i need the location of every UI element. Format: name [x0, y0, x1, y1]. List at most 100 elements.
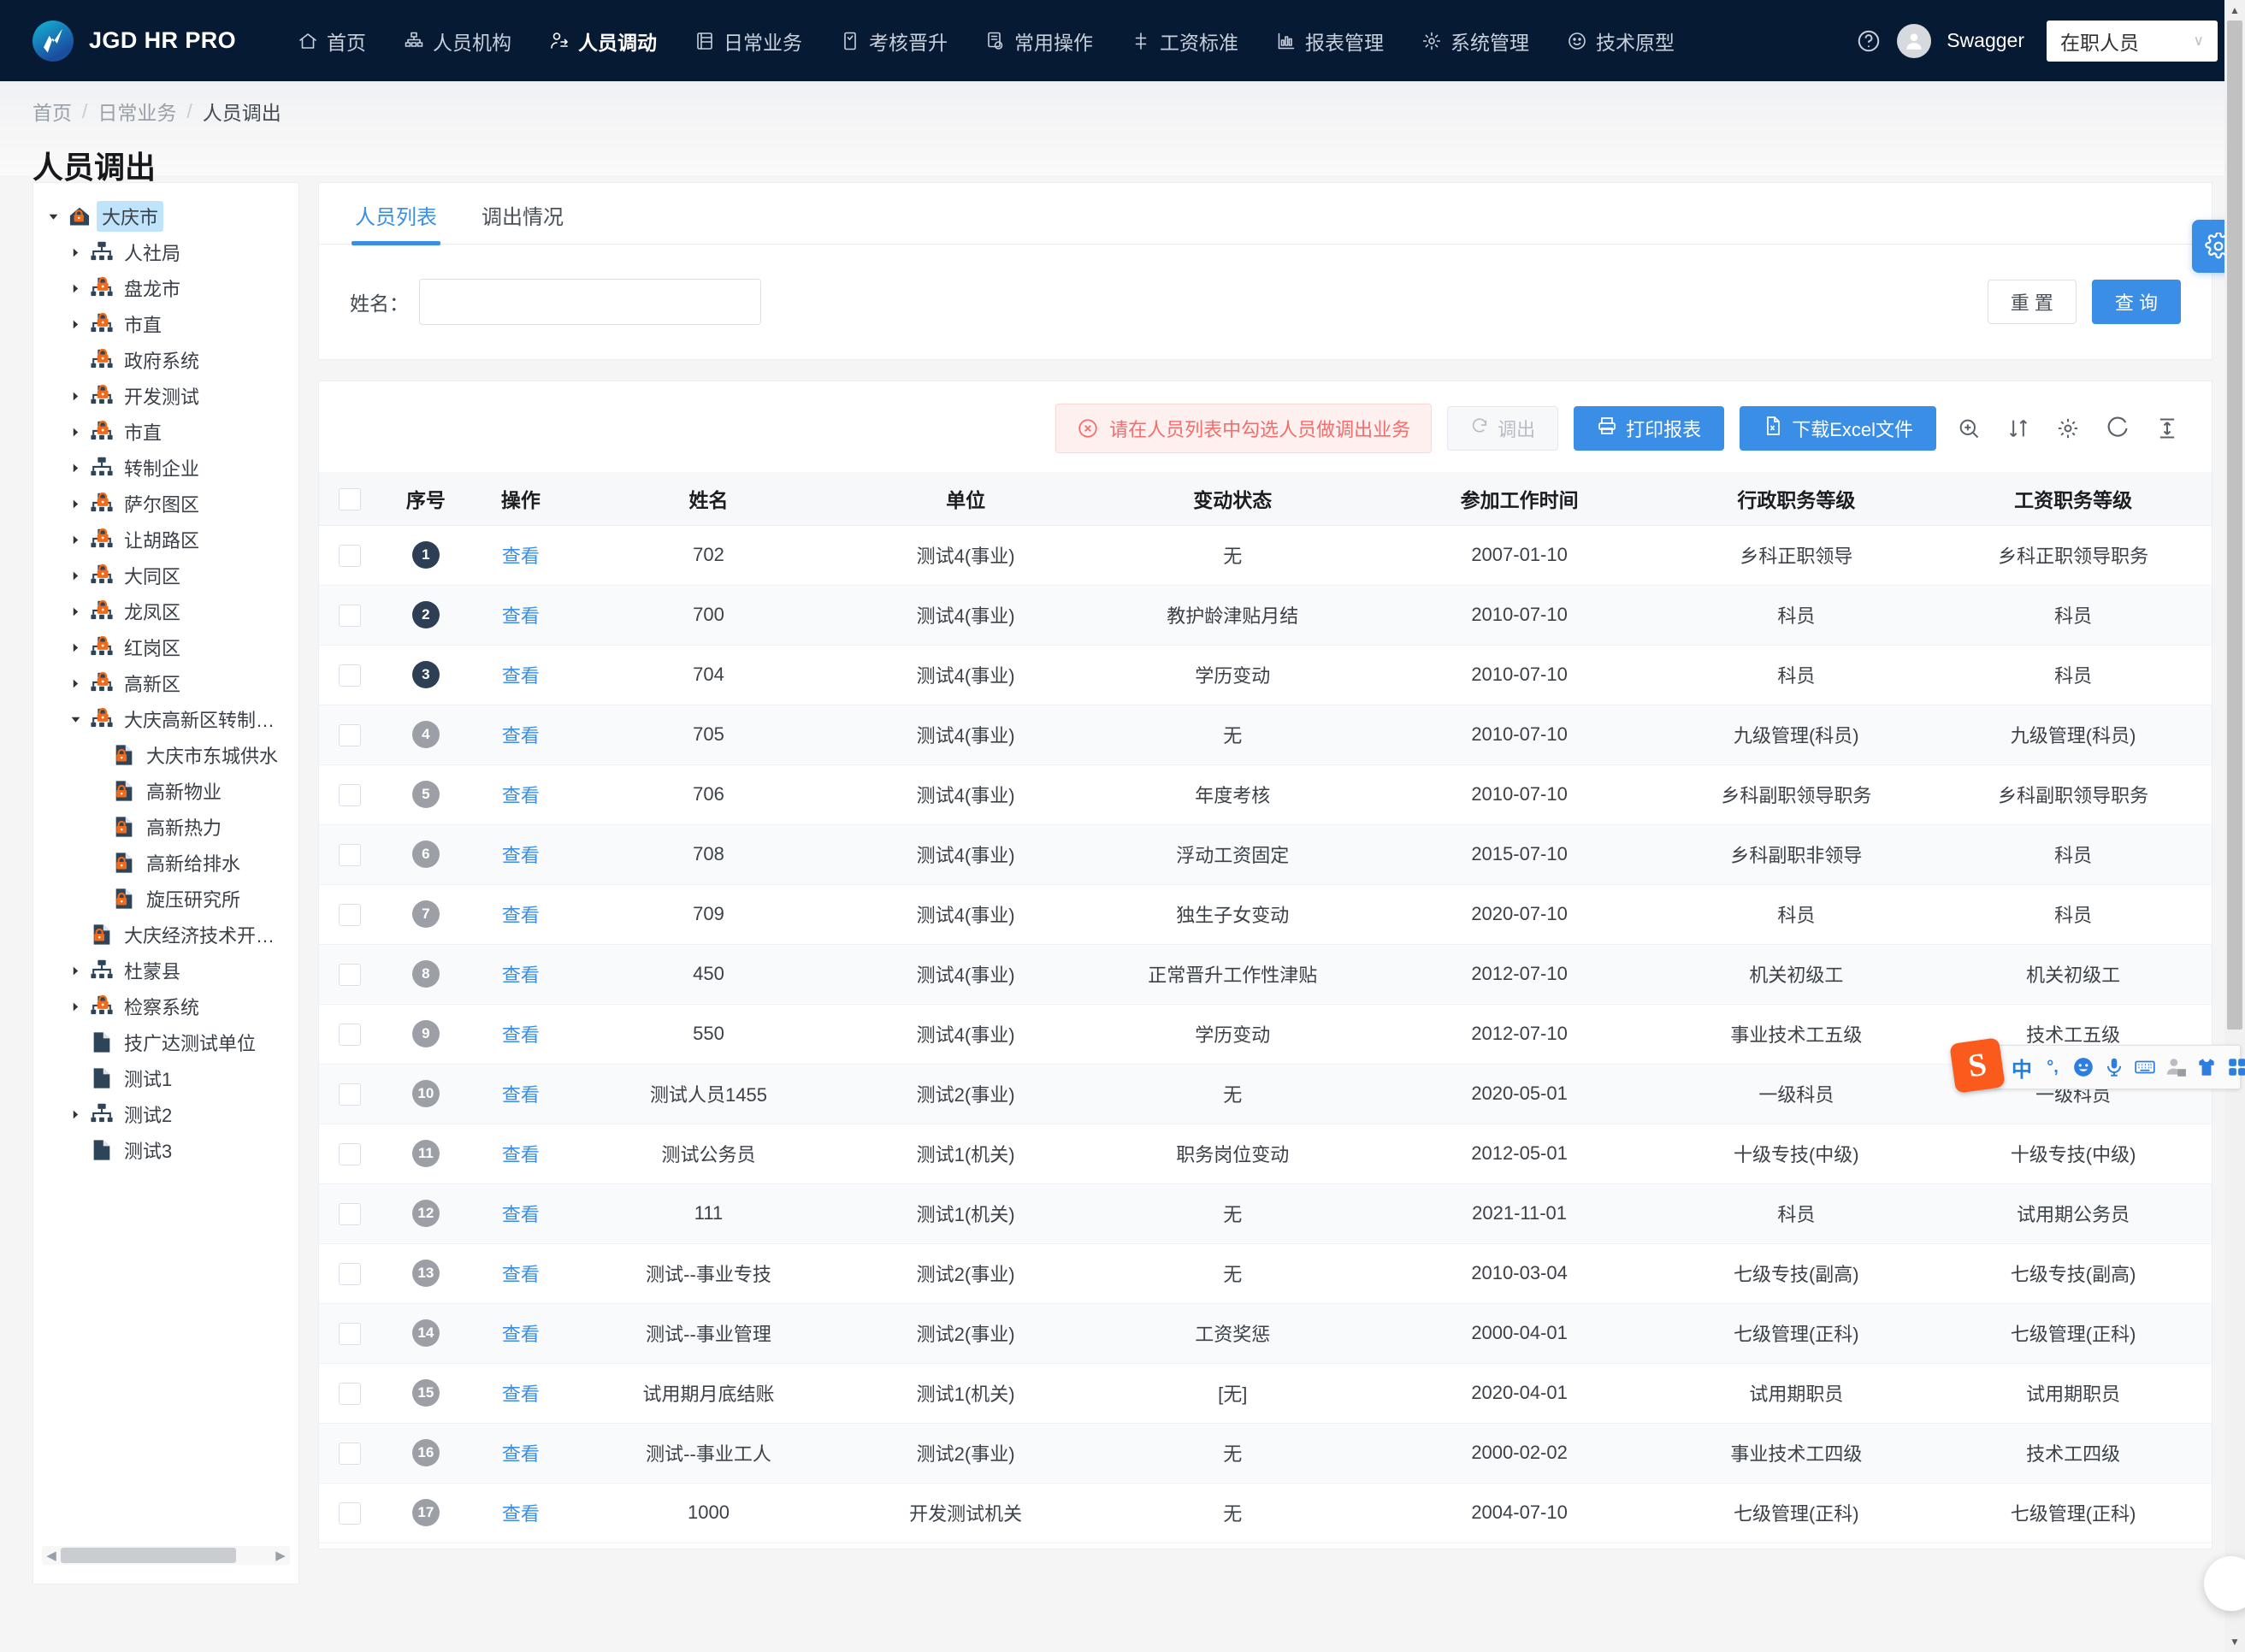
- view-link[interactable]: 查看: [502, 1264, 540, 1285]
- view-link[interactable]: 查看: [502, 965, 540, 986]
- nav-item-5[interactable]: 考核晋升: [821, 0, 966, 81]
- tree-node-25[interactable]: 测试1: [44, 1060, 298, 1096]
- name-input[interactable]: [419, 279, 761, 325]
- view-link[interactable]: 查看: [502, 546, 540, 567]
- tree-node-19[interactable]: 高新给排水: [44, 845, 298, 881]
- row-checkbox[interactable]: [338, 1142, 361, 1165]
- scroll-track[interactable]: [61, 1546, 271, 1565]
- view-link[interactable]: 查看: [502, 845, 540, 866]
- tree-node-24[interactable]: 技广达测试单位: [44, 1024, 298, 1060]
- breadcrumb-item-1[interactable]: 首页: [32, 97, 72, 126]
- nav-item-8[interactable]: 报表管理: [1257, 0, 1403, 81]
- table-row[interactable]: 9 查看 550 测试4(事业) 学历变动 2012-07-10 事业技术工五级 技术工五级: [319, 1004, 2212, 1065]
- row-checkbox[interactable]: [338, 1382, 361, 1405]
- row-checkbox[interactable]: [338, 723, 361, 746]
- nav-item-7[interactable]: 工资标准: [1112, 0, 1257, 81]
- tree-node-3[interactable]: 盘龙市: [44, 270, 298, 306]
- chevron-right-icon[interactable]: [66, 247, 85, 258]
- voice-input-icon[interactable]: [2101, 1054, 2127, 1080]
- tree-node-11[interactable]: 大同区: [44, 558, 298, 593]
- chevron-right-icon[interactable]: [66, 499, 85, 510]
- tree-node-2[interactable]: 人社局: [44, 234, 298, 270]
- tab-1[interactable]: 人员列表: [352, 200, 440, 245]
- tree-node-14[interactable]: 高新区: [44, 665, 298, 701]
- gear-icon[interactable]: [2051, 411, 2085, 445]
- row-checkbox[interactable]: [338, 1023, 361, 1046]
- chevron-right-icon[interactable]: [66, 1109, 85, 1120]
- chevron-right-icon[interactable]: [66, 642, 85, 653]
- tree-node-12[interactable]: 龙凤区: [44, 593, 298, 629]
- chevron-right-icon[interactable]: [66, 1001, 85, 1012]
- view-link[interactable]: 查看: [502, 1204, 540, 1225]
- row-checkbox[interactable]: [338, 843, 361, 866]
- view-link[interactable]: 查看: [502, 1024, 540, 1046]
- view-link[interactable]: 查看: [502, 785, 540, 806]
- table-row[interactable]: 10 查看 测试人员1455 测试2(事业) 无 2020-05-01 一级科员 一级科员: [319, 1064, 2212, 1124]
- page-scroll-thumb[interactable]: [2227, 21, 2242, 1030]
- employment-status-select[interactable]: 在职人员 ∨: [2047, 20, 2218, 62]
- row-checkbox[interactable]: [338, 903, 361, 926]
- row-checkbox[interactable]: [338, 1083, 361, 1106]
- view-link[interactable]: 查看: [502, 605, 540, 627]
- select-all-checkbox[interactable]: [338, 487, 361, 510]
- nav-item-1[interactable]: 首页: [279, 0, 385, 81]
- table-row[interactable]: 1 查看 702 测试4(事业) 无 2007-01-10 乡科正职领导 乡科正职领导职务: [319, 525, 2212, 586]
- tree-node-23[interactable]: 检察系统: [44, 988, 298, 1024]
- tree-node-22[interactable]: 杜蒙县: [44, 953, 298, 988]
- user-badge-icon[interactable]: [2163, 1054, 2189, 1080]
- chevron-right-icon[interactable]: [66, 570, 85, 581]
- table-row[interactable]: 4 查看 705 测试4(事业) 无 2010-07-10 九级管理(科员) 九级管理(科员): [319, 705, 2212, 765]
- print-report-button[interactable]: 打印报表: [1574, 406, 1725, 451]
- query-button[interactable]: 查 询: [2091, 280, 2181, 324]
- row-checkbox[interactable]: [338, 1322, 361, 1345]
- view-link[interactable]: 查看: [502, 1084, 540, 1106]
- row-checkbox[interactable]: [338, 1262, 361, 1285]
- tree-node-15[interactable]: 大庆高新区转制单位: [44, 701, 298, 737]
- scroll-right-icon[interactable]: ▶: [271, 1548, 290, 1563]
- sort-icon[interactable]: [2001, 411, 2035, 445]
- chevron-right-icon[interactable]: [66, 965, 85, 976]
- chevron-right-icon[interactable]: [66, 534, 85, 546]
- view-link[interactable]: 查看: [502, 1503, 540, 1525]
- scroll-up-arrow-icon[interactable]: ▲: [2224, 0, 2245, 21]
- avatar[interactable]: [1897, 23, 1932, 58]
- tree-node-16[interactable]: 大庆市东城供水: [44, 737, 298, 773]
- chevron-right-icon[interactable]: [66, 319, 85, 330]
- chevron-right-icon[interactable]: [66, 678, 85, 689]
- nav-item-6[interactable]: 常用操作: [966, 0, 1112, 81]
- view-link[interactable]: 查看: [502, 725, 540, 746]
- skin-icon[interactable]: [2194, 1054, 2219, 1080]
- scroll-thumb[interactable]: [61, 1548, 236, 1563]
- tree-node-26[interactable]: 测试2: [44, 1096, 298, 1132]
- chevron-right-icon[interactable]: [66, 427, 85, 438]
- table-row[interactable]: 16 查看 测试--事业工人 测试2(事业) 无 2000-02-02 事业技术工四级 技术工…: [319, 1423, 2212, 1484]
- nav-item-3[interactable]: 人员调动: [530, 0, 676, 81]
- row-checkbox[interactable]: [338, 963, 361, 986]
- nav-item-2[interactable]: 人员机构: [385, 0, 530, 81]
- scroll-left-icon[interactable]: ◀: [42, 1548, 61, 1563]
- row-checkbox[interactable]: [338, 664, 361, 687]
- language-mode-button[interactable]: 中: [2009, 1054, 2035, 1082]
- tree-node-6[interactable]: 开发测试: [44, 378, 298, 414]
- table-row[interactable]: 13 查看 测试--事业专技 测试2(事业) 无 2010-03-04 七级专技(副高) 七级…: [319, 1243, 2212, 1304]
- tree-node-27[interactable]: 测试3: [44, 1132, 298, 1168]
- row-checkbox[interactable]: [338, 1202, 361, 1225]
- table-row[interactable]: 7 查看 709 测试4(事业) 独生子女变动 2020-07-10 科员 科员: [319, 884, 2212, 945]
- view-link[interactable]: 查看: [502, 1384, 540, 1405]
- sogou-logo-icon[interactable]: S: [1949, 1037, 2006, 1094]
- table-row[interactable]: 8 查看 450 测试4(事业) 正常晋升工作性津贴 2012-07-10 机关初级工 机关初…: [319, 944, 2212, 1005]
- table-row[interactable]: 3 查看 704 测试4(事业) 学历变动 2010-07-10 科员 科员: [319, 645, 2212, 705]
- help-circle-icon[interactable]: [1856, 28, 1882, 54]
- reset-button[interactable]: 重 置: [1987, 280, 2077, 324]
- view-link[interactable]: 查看: [502, 1443, 540, 1465]
- tree-node-21[interactable]: 大庆经济技术开发区: [44, 917, 298, 953]
- view-link[interactable]: 查看: [502, 905, 540, 926]
- tree-node-10[interactable]: 让胡路区: [44, 522, 298, 558]
- tree-node-7[interactable]: 市直: [44, 414, 298, 450]
- row-checkbox[interactable]: [338, 544, 361, 567]
- transfer-out-button[interactable]: 调出: [1447, 406, 1559, 451]
- table-row[interactable]: 11 查看 测试公务员 测试1(机关) 职务岗位变动 2012-05-01 十级专技(中级)…: [319, 1124, 2212, 1184]
- tab-2[interactable]: 调出情况: [478, 200, 567, 244]
- tree-node-8[interactable]: 转制企业: [44, 450, 298, 486]
- brand[interactable]: JGD HR PRO: [32, 20, 236, 62]
